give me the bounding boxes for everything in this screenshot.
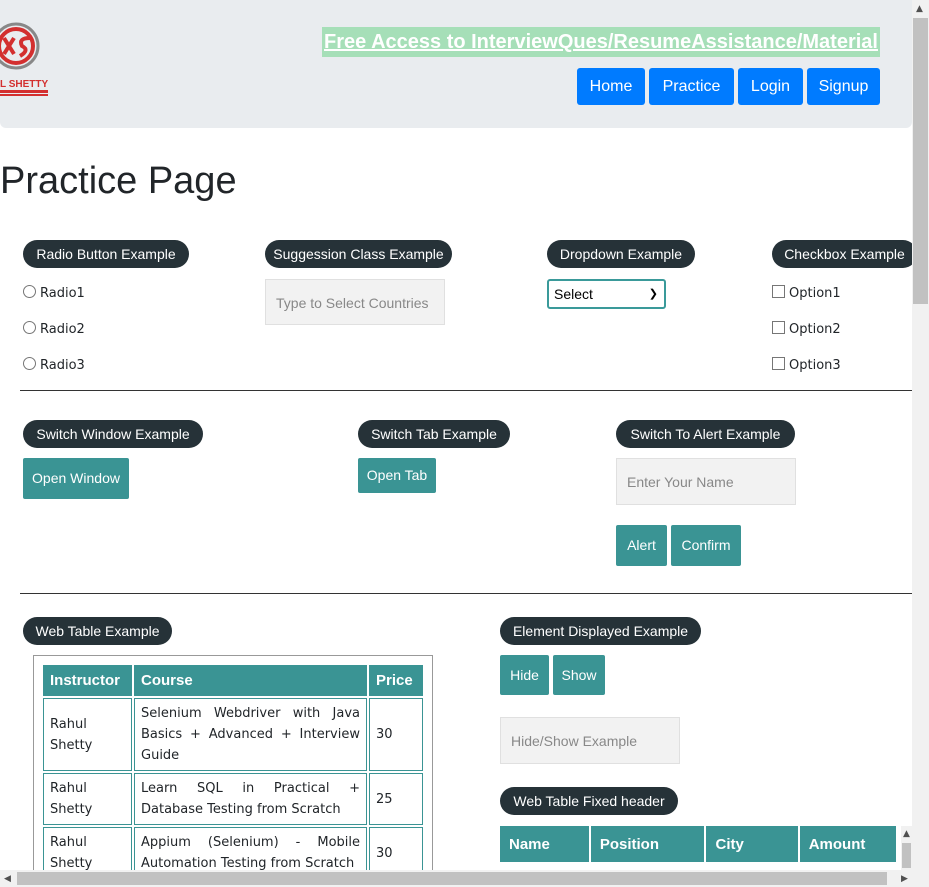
alert-button[interactable]: Alert xyxy=(616,525,667,566)
table-row: Rahul Shetty Appium (Selenium) - Mobile … xyxy=(43,827,423,874)
dropdown-select[interactable]: Select ❯ xyxy=(547,279,666,309)
table-cell: 30 xyxy=(369,827,423,874)
table-row: Rahul Shetty Learn SQL in Practical + Da… xyxy=(43,773,423,825)
radio-label: Radio3 xyxy=(40,358,85,373)
radio-icon[interactable] xyxy=(23,285,36,298)
checkbox-label: Option1 xyxy=(789,286,841,301)
table-row: Rahul Shetty Selenium Webdriver with Jav… xyxy=(43,698,423,771)
column-header-position: Position xyxy=(590,826,705,862)
confirm-button[interactable]: Confirm xyxy=(671,525,741,566)
table-header-row: Instructor Course Price xyxy=(43,665,423,696)
nav-home-button[interactable]: Home xyxy=(577,68,645,105)
checkbox-icon[interactable] xyxy=(772,321,785,334)
checkbox-option-3[interactable]: Option3 xyxy=(772,357,841,374)
checkbox-icon[interactable] xyxy=(772,357,785,370)
column-header-name: Name xyxy=(500,826,589,862)
show-button[interactable]: Show xyxy=(553,655,605,695)
column-header-city: City xyxy=(706,826,798,862)
fixed-header-legend: Web Table Fixed header xyxy=(500,787,678,815)
table-cell: 25 xyxy=(369,773,423,825)
radio-legend: Radio Button Example xyxy=(23,240,189,268)
svg-text:L SHETTY: L SHETTY xyxy=(0,79,48,90)
checkbox-option-2[interactable]: Option2 xyxy=(772,321,841,338)
column-header-price: Price xyxy=(369,665,423,696)
section-divider xyxy=(20,390,912,391)
radio-label: Radio1 xyxy=(40,286,85,301)
column-header-course: Course xyxy=(134,665,367,696)
table-cell: Rahul Shetty xyxy=(43,827,132,874)
table-cell: Selenium Webdriver with Java Basics + Ad… xyxy=(134,698,367,771)
vertical-scroll-thumb[interactable] xyxy=(913,18,928,304)
radio-option-1[interactable]: Radio1 xyxy=(23,285,85,302)
name-input[interactable]: Enter Your Name xyxy=(616,458,796,505)
table-cell: 30 xyxy=(369,698,423,771)
scroll-right-icon[interactable]: ▶ xyxy=(901,874,908,884)
table-cell: Rahul Shetty xyxy=(43,698,132,771)
checkbox-icon[interactable] xyxy=(772,285,785,298)
checkbox-label: Option3 xyxy=(789,358,841,373)
web-table-container: Instructor Course Price Rahul Shetty Sel… xyxy=(33,655,433,875)
country-autocomplete-input[interactable]: Type to Select Countries xyxy=(265,279,445,325)
table-cell: Learn SQL in Practical + Database Testin… xyxy=(134,773,367,825)
table-scroll-thumb[interactable] xyxy=(902,843,911,868)
radio-icon[interactable] xyxy=(23,357,36,370)
table-cell: Rahul Shetty xyxy=(43,773,132,825)
open-window-button[interactable]: Open Window xyxy=(23,458,129,499)
switch-tab-legend: Switch Tab Example xyxy=(358,420,510,448)
suggestion-legend: Suggession Class Example xyxy=(265,240,452,268)
rahul-shetty-logo[interactable]: L SHETTY xyxy=(0,14,52,100)
radio-icon[interactable] xyxy=(23,321,36,334)
free-access-link[interactable]: Free Access to InterviewQues/ResumeAssis… xyxy=(322,27,880,57)
table-scrollbar[interactable]: ▲ xyxy=(901,826,912,870)
checkbox-legend: Checkbox Example xyxy=(772,240,917,268)
nav-practice-button[interactable]: Practice xyxy=(649,68,734,105)
scroll-left-icon[interactable]: ◀ xyxy=(4,874,11,884)
nav-login-button[interactable]: Login xyxy=(738,68,803,105)
web-table-legend: Web Table Example xyxy=(23,617,172,645)
dropdown-selected-value: Select xyxy=(554,286,593,302)
fixed-header-table: Name Position City Amount xyxy=(500,826,898,862)
chevron-down-icon: ❯ xyxy=(648,288,658,300)
alert-legend: Switch To Alert Example xyxy=(616,420,795,448)
table-cell: Appium (Selenium) - Mobile Automation Te… xyxy=(134,827,367,874)
nav-signup-button[interactable]: Signup xyxy=(807,68,880,105)
open-tab-button[interactable]: Open Tab xyxy=(358,458,436,493)
section-divider xyxy=(20,593,912,594)
site-header: L SHETTY Free Access to InterviewQues/Re… xyxy=(0,0,912,128)
dropdown-legend: Dropdown Example xyxy=(547,240,695,268)
page-title: Practice Page xyxy=(0,160,237,202)
hide-button[interactable]: Hide xyxy=(500,655,549,695)
table-header-row: Name Position City Amount xyxy=(500,826,896,862)
checkbox-label: Option2 xyxy=(789,322,841,337)
scroll-up-icon[interactable]: ▲ xyxy=(916,4,923,14)
radio-option-3[interactable]: Radio3 xyxy=(23,357,85,374)
course-table: Instructor Course Price Rahul Shetty Sel… xyxy=(41,663,425,874)
radio-label: Radio2 xyxy=(40,322,85,337)
element-displayed-legend: Element Displayed Example xyxy=(500,617,701,645)
radio-option-2[interactable]: Radio2 xyxy=(23,321,85,338)
scroll-up-icon[interactable]: ▲ xyxy=(903,829,910,839)
column-header-amount: Amount xyxy=(799,826,896,862)
switch-window-legend: Switch Window Example xyxy=(23,420,203,448)
hide-show-input[interactable]: Hide/Show Example xyxy=(500,717,680,764)
horizontal-scroll-thumb[interactable] xyxy=(17,872,887,885)
fixed-header-table-container[interactable]: Name Position City Amount xyxy=(500,826,898,870)
checkbox-option-1[interactable]: Option1 xyxy=(772,285,841,302)
column-header-instructor: Instructor xyxy=(43,665,132,696)
